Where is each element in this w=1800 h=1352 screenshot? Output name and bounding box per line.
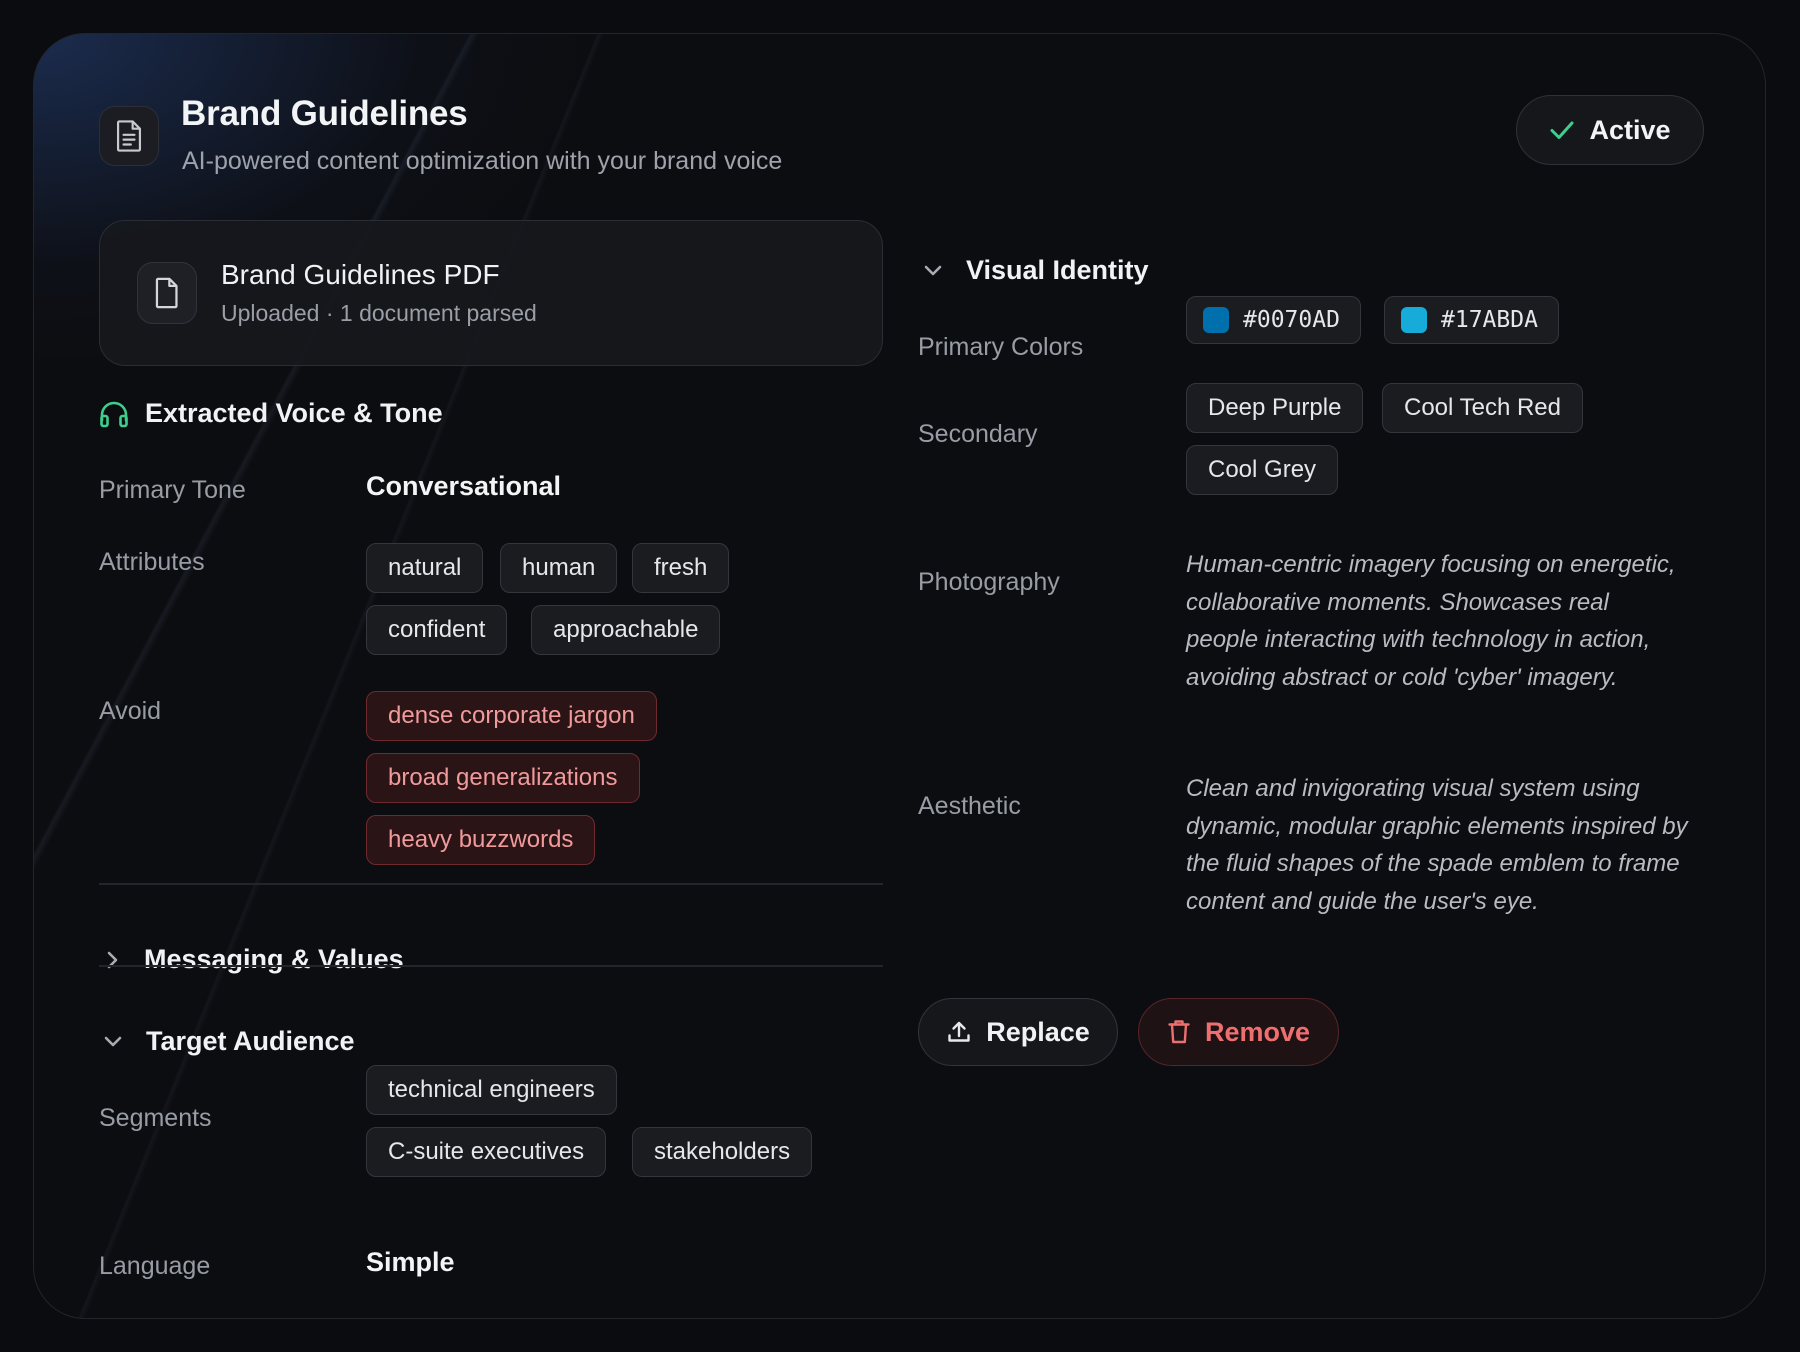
replace-label: Replace — [986, 1016, 1090, 1047]
chevron-right-icon — [107, 951, 118, 968]
aesthetic-label: Aesthetic — [918, 792, 1021, 820]
avoid-chip: heavy buzzwords — [366, 815, 596, 865]
color-chip: #0070AD — [1186, 296, 1361, 344]
status-label: Active — [1589, 114, 1671, 145]
avoid-chip: broad generalizations — [366, 753, 640, 803]
headphones-icon — [100, 401, 128, 427]
primary-tone-value: Conversational — [366, 471, 562, 501]
replace-button[interactable]: Replace — [918, 998, 1118, 1066]
upload-icon — [948, 1021, 970, 1042]
voice-tone-section-header: Extracted Voice & Tone — [99, 398, 443, 429]
file-name: Brand Guidelines PDF — [221, 259, 500, 290]
attribute-chip: human — [500, 543, 618, 593]
primary-colors-label: Primary Colors — [918, 333, 1084, 361]
voice-tone-heading: Extracted Voice & Tone — [145, 398, 443, 428]
secondary-label: Secondary — [918, 420, 1038, 448]
visual-identity-heading: Visual Identity — [966, 255, 1149, 285]
color-swatch — [1203, 307, 1229, 333]
visual-identity-toggle[interactable]: Visual Identity — [922, 255, 1149, 286]
target-audience-toggle[interactable]: Target Audience — [102, 1026, 355, 1057]
section-divider — [99, 883, 883, 885]
messaging-values-heading: Messaging & Values — [144, 944, 404, 974]
remove-button[interactable]: Remove — [1138, 998, 1339, 1066]
trash-icon — [1168, 1020, 1190, 1044]
secondary-color-chip: Cool Tech Red — [1382, 383, 1583, 433]
primary-tone-label: Primary Tone — [99, 476, 246, 504]
segments-label: Segments — [99, 1104, 212, 1132]
avoid-chip: dense corporate jargon — [366, 691, 657, 741]
segment-chip: C-suite executives — [366, 1127, 607, 1177]
attribute-chip: approachable — [531, 605, 721, 655]
attribute-chip: confident — [366, 605, 508, 655]
color-hex: #0070AD — [1243, 307, 1340, 333]
segment-chip: stakeholders — [632, 1127, 813, 1177]
color-hex: #17ABDA — [1441, 307, 1538, 333]
messaging-values-toggle[interactable]: Messaging & Values — [104, 944, 404, 975]
file-status: Uploaded · 1 document parsed — [221, 300, 537, 326]
uploaded-file-card[interactable]: Brand Guidelines PDF Uploaded · 1 docume… — [99, 220, 883, 366]
brand-guidelines-card: Brand Guidelines AI-powered content opti… — [33, 33, 1766, 1319]
active-status-button[interactable]: Active — [1516, 95, 1704, 165]
segment-chip: technical engineers — [366, 1065, 617, 1115]
chevron-down-icon — [104, 1036, 122, 1046]
section-divider — [99, 965, 883, 967]
photography-description: Human-centric imagery focusing on energe… — [1186, 551, 1676, 691]
color-chip: #17ABDA — [1384, 296, 1559, 344]
check-icon — [1550, 121, 1574, 139]
language-value: Simple — [366, 1247, 455, 1277]
file-icon — [137, 262, 197, 324]
secondary-color-chip: Deep Purple — [1186, 383, 1364, 433]
aesthetic-description: Clean and invigorating visual system usi… — [1186, 775, 1688, 915]
attribute-chip: fresh — [632, 543, 730, 593]
color-swatch — [1401, 307, 1427, 333]
language-label: Language — [99, 1252, 211, 1280]
page-title: Brand Guidelines — [181, 94, 468, 133]
remove-label: Remove — [1204, 1016, 1311, 1047]
target-audience-heading: Target Audience — [146, 1026, 355, 1056]
document-icon — [99, 106, 159, 166]
photography-label: Photography — [918, 568, 1060, 596]
page-subtitle: AI-powered content optimization with you… — [182, 147, 783, 175]
chevron-down-icon — [924, 265, 942, 275]
attributes-label: Attributes — [99, 548, 205, 576]
secondary-color-chip: Cool Grey — [1186, 445, 1339, 495]
avoid-label: Avoid — [99, 697, 162, 725]
attribute-chip: natural — [366, 543, 484, 593]
